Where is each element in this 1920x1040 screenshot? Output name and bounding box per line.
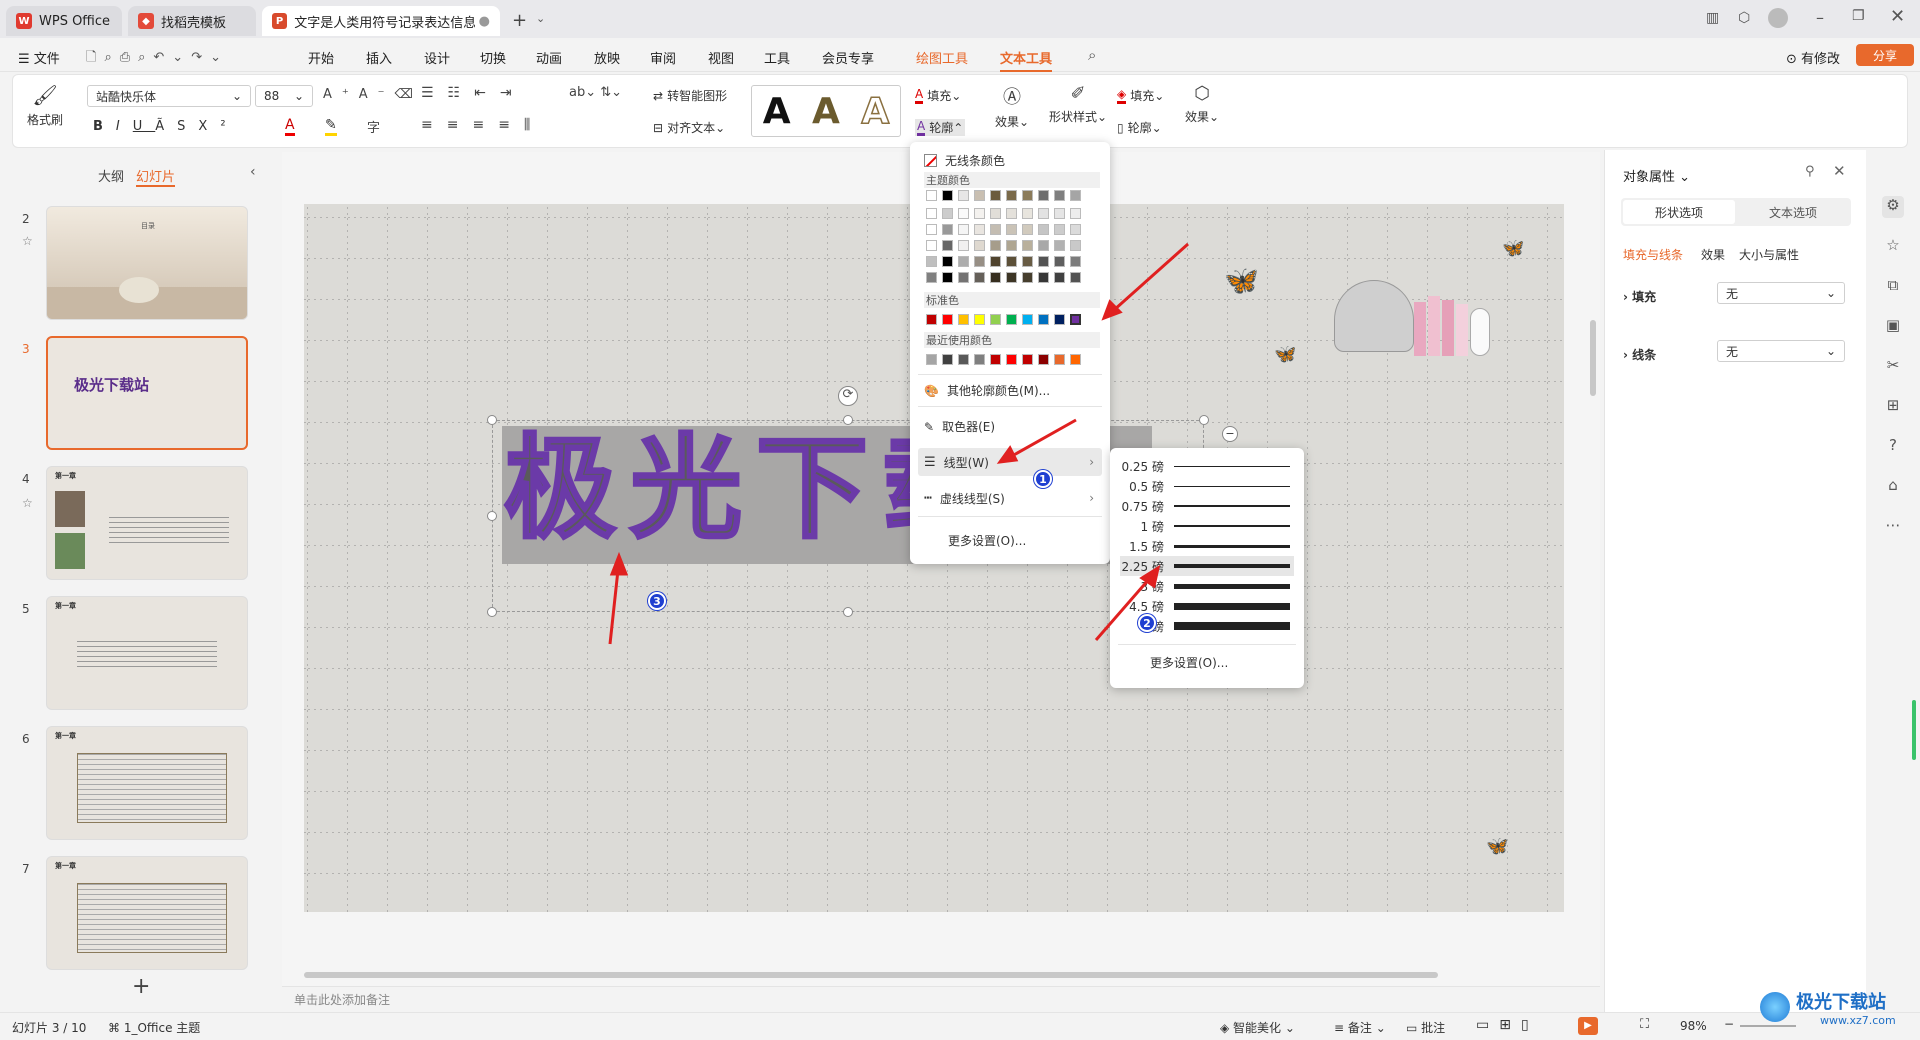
watermark-url: www.xz7.com	[1820, 1014, 1896, 1027]
pin-icon[interactable]: ⚲	[1805, 164, 1815, 179]
status-bar: 幻灯片 3 / 10 ⌘ 1_Office 主题 ◈ 智能美化 ⌄ ≡ 备注 ⌄…	[0, 1012, 1920, 1040]
line-select[interactable]: 无 ⌄	[1717, 340, 1845, 362]
fill-value: 无	[1726, 286, 1739, 301]
watermark-title: 极光下载站	[1796, 992, 1886, 1013]
beautify-button[interactable]: ◈ 智能美化 ⌄	[1220, 1019, 1295, 1036]
step-badge-2: 2	[1138, 614, 1156, 632]
tools-icon[interactable]: ✂	[1882, 356, 1904, 378]
help-icon[interactable]: ?	[1882, 436, 1904, 458]
notes-button[interactable]: ≡ 备注 ⌄	[1334, 1019, 1386, 1036]
view-mode-icons[interactable]: ▭⊞▯	[1476, 1017, 1539, 1033]
step-badge-3: 3	[648, 592, 666, 610]
zoom-value[interactable]: 98%	[1680, 1019, 1707, 1033]
close-panel-icon[interactable]: ✕	[1833, 162, 1846, 180]
table-icon[interactable]: ⊞	[1882, 396, 1904, 418]
subtab-fill-line[interactable]: 填充与线条	[1623, 246, 1683, 263]
tab-shape-options[interactable]: 形状选项	[1623, 200, 1735, 224]
zoom-out-icon[interactable]: −	[1724, 1017, 1734, 1031]
subtab-effect[interactable]: 效果	[1701, 246, 1725, 263]
comment-label: 批注	[1421, 1021, 1446, 1035]
chevron-down-icon: ⌄	[1825, 286, 1836, 300]
play-icon[interactable]: ▶	[1578, 1017, 1598, 1035]
tab-text-options[interactable]: 文本选项	[1737, 200, 1849, 224]
option-tabs: 形状选项 文本选项	[1621, 198, 1851, 226]
notes-label: 备注	[1347, 1021, 1372, 1035]
theme-indicator[interactable]: ⌘ 1_Office 主题	[108, 1019, 200, 1036]
panel-title-label: 对象属性	[1623, 170, 1676, 185]
fill-label: 填充	[1632, 290, 1657, 304]
chevron-down-icon: ⌄	[1825, 344, 1836, 358]
theme-label: 1_Office 主题	[123, 1021, 201, 1035]
line-label: 线条	[1632, 348, 1657, 362]
line-value: 无	[1726, 344, 1739, 359]
image-icon[interactable]: ▣	[1882, 316, 1904, 338]
shirt-icon[interactable]: ⌂	[1882, 476, 1904, 498]
properties-icon[interactable]: ⚙	[1882, 196, 1904, 218]
fit-icon[interactable]: ⛶	[1640, 1017, 1649, 1032]
step-badge-1: 1	[1034, 470, 1052, 488]
star-icon[interactable]: ☆	[1882, 236, 1904, 258]
object-properties-panel: 对象属性 ⌄ ⚲ ✕ 形状选项 文本选项 填充与线条 效果 大小与属性 › 填充…	[1604, 150, 1866, 1012]
watermark-logo-icon	[1760, 992, 1790, 1022]
subtab-size[interactable]: 大小与属性	[1739, 246, 1799, 263]
beautify-label: 智能美化	[1233, 1021, 1282, 1035]
comment-button[interactable]: ▭ 批注	[1406, 1019, 1445, 1036]
slide-count: 幻灯片 3 / 10	[12, 1021, 87, 1035]
more-icon[interactable]: ⋯	[1882, 516, 1904, 538]
panel-title[interactable]: 对象属性 ⌄	[1623, 166, 1690, 185]
progress-indicator	[1912, 700, 1916, 760]
line-section[interactable]: › 线条	[1623, 346, 1656, 363]
fill-section[interactable]: › 填充	[1623, 288, 1656, 305]
watermark: 极光下载站 www.xz7.com	[1760, 988, 1910, 1036]
copy-icon[interactable]: ⧉	[1882, 276, 1904, 298]
fill-select[interactable]: 无 ⌄	[1717, 282, 1845, 304]
